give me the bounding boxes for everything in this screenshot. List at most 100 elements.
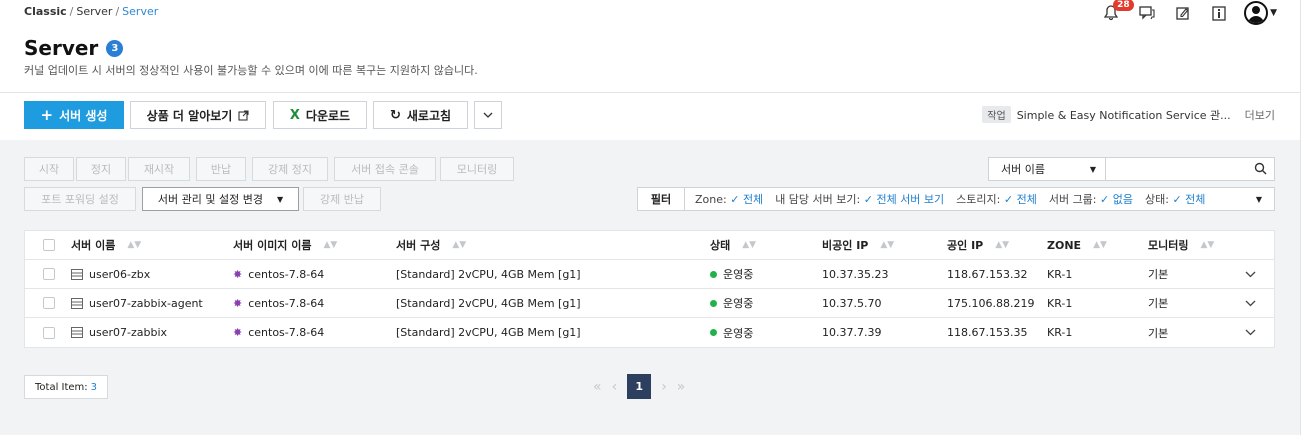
search-field-select[interactable]: 서버 이름 ▼ xyxy=(989,158,1106,180)
centos-icon: ✸ xyxy=(233,296,243,310)
col-header-image[interactable]: 서버 이미지 이름 ▲▼ xyxy=(233,231,337,259)
server-icon xyxy=(71,297,83,309)
breadcrumb: Classic / Server / Server xyxy=(24,5,159,18)
info-icon[interactable] xyxy=(1208,2,1230,24)
select-all-checkbox[interactable] xyxy=(43,239,55,251)
create-server-button[interactable]: + 서버 생성 xyxy=(24,101,124,129)
table-row[interactable]: user07-zabbix-agent ✸ centos-7.8-64 [Stan… xyxy=(25,289,1274,318)
total-items: Total Item: 3 xyxy=(24,375,109,399)
sort-icon: ▲▼ xyxy=(995,240,1010,250)
check-icon: ✓ xyxy=(863,193,873,206)
caret-down-icon[interactable]: ▼ xyxy=(1256,195,1262,204)
check-icon: ✓ xyxy=(1172,193,1182,206)
filter-zone: Zone: ✓ 전체 xyxy=(695,193,764,206)
col-header-name[interactable]: 서버 이름 ▲▼ xyxy=(71,231,141,259)
scrollbar-track[interactable] xyxy=(1300,0,1305,435)
col-header-status[interactable]: 상태 ▲▼ xyxy=(710,231,756,259)
server-count-badge: 3 xyxy=(106,39,124,57)
breadcrumb-mid[interactable]: Server xyxy=(76,5,112,18)
external-link-icon xyxy=(238,109,249,121)
header-icons: 28 ▼ xyxy=(1100,0,1277,26)
server-icon xyxy=(71,268,83,280)
download-button[interactable]: X 다운로드 xyxy=(273,101,367,129)
status-dot xyxy=(710,329,717,336)
search-input[interactable] xyxy=(1107,158,1252,180)
prev-page-icon[interactable]: ‹ xyxy=(612,379,618,395)
sort-icon: ▲▼ xyxy=(323,240,338,250)
row-checkbox[interactable] xyxy=(43,268,55,280)
port-forwarding-button[interactable]: 포트 포워딩 설정 xyxy=(24,187,136,211)
server-console-button[interactable]: 서버 접속 콘솔 xyxy=(334,157,436,181)
return-button[interactable]: 반납 xyxy=(196,157,246,181)
edit-note-icon[interactable] xyxy=(1172,2,1194,24)
chevron-down-icon[interactable]: ▼ xyxy=(1270,8,1277,18)
search-icon[interactable] xyxy=(1254,162,1267,175)
learn-more-button[interactable]: 상품 더 알아보기 xyxy=(130,101,266,129)
filter-bar[interactable]: 필터 Zone: ✓ 전체 내 담당 서버 보기: ✓ 전체 서버 보기 스토리… xyxy=(637,187,1275,211)
related-tag: 작업 xyxy=(982,106,1011,123)
force-stop-button[interactable]: 강제 정지 xyxy=(252,157,328,181)
table-row[interactable]: user07-zabbix ✸ centos-7.8-64 [Standard] … xyxy=(25,318,1274,347)
excel-icon: X xyxy=(289,107,300,123)
page-button[interactable]: 1 xyxy=(627,374,652,399)
filter-storage: 스토리지: ✓ 전체 xyxy=(956,193,1037,206)
related-notice: 작업 Simple & Easy Notification Service 관.… xyxy=(982,106,1275,123)
search-box: 서버 이름 ▼ xyxy=(988,157,1275,181)
server-manage-dropdown[interactable]: 서버 관리 및 설정 변경 ▼ xyxy=(142,187,299,211)
chevron-down-icon[interactable] xyxy=(1245,318,1256,347)
status-dot xyxy=(710,299,717,307)
table-row[interactable]: user06-zbx ✸ centos-7.8-64 [Standard] 2vC… xyxy=(25,260,1274,289)
filter-mine: 내 담당 서버 보기: ✓ 전체 서버 보기 xyxy=(775,193,945,206)
notification-badge: 28 xyxy=(1113,0,1134,11)
check-icon: ✓ xyxy=(1003,193,1014,206)
caret-down-icon: ▼ xyxy=(1089,164,1096,174)
refresh-icon: ↻ xyxy=(389,107,401,123)
more-link[interactable]: 더보기 xyxy=(1245,107,1275,123)
more-options-button[interactable] xyxy=(474,101,502,129)
centos-icon: ✸ xyxy=(233,267,243,281)
restart-button[interactable]: 재시작 xyxy=(128,157,190,181)
user-avatar-icon[interactable] xyxy=(1244,1,1269,25)
breadcrumb-current[interactable]: Server xyxy=(122,5,158,18)
check-icon: ✓ xyxy=(1100,193,1110,206)
status-dot xyxy=(710,270,717,278)
pagination: « ‹ 1 › » xyxy=(593,374,685,399)
row-checkbox[interactable] xyxy=(43,326,55,339)
col-header-spec[interactable]: 서버 구성 ▲▼ xyxy=(396,231,466,259)
check-icon: ✓ xyxy=(730,193,740,206)
plus-icon: + xyxy=(40,106,54,124)
sort-icon: ▲▼ xyxy=(1200,240,1215,250)
sort-icon: ▲▼ xyxy=(742,240,757,250)
caret-down-icon: ▼ xyxy=(276,194,284,204)
chat-icon[interactable] xyxy=(1136,2,1158,24)
server-icon xyxy=(71,327,83,338)
col-header-monitoring[interactable]: 모니터링 ▲▼ xyxy=(1148,231,1214,259)
monitoring-button[interactable]: 모니터링 xyxy=(440,157,514,181)
sort-icon: ▲▼ xyxy=(127,240,142,250)
chevron-down-icon[interactable] xyxy=(1245,289,1256,317)
bell-icon[interactable]: 28 xyxy=(1100,0,1134,24)
start-button[interactable]: 시작 xyxy=(24,157,74,181)
refresh-button[interactable]: ↻ 새로고침 xyxy=(373,101,468,129)
centos-icon: ✸ xyxy=(233,326,243,339)
chevron-down-icon[interactable] xyxy=(1245,260,1256,288)
page-title: Server 3 xyxy=(24,36,124,60)
col-header-public-ip[interactable]: 공인 IP ▲▼ xyxy=(947,231,1009,259)
row-checkbox[interactable] xyxy=(43,297,55,309)
first-page-icon[interactable]: « xyxy=(593,379,602,395)
col-header-private-ip[interactable]: 비공인 IP ▲▼ xyxy=(822,231,894,259)
last-page-icon[interactable]: » xyxy=(677,379,686,395)
next-page-icon[interactable]: › xyxy=(661,379,667,395)
main-toolbar: + 서버 생성 상품 더 알아보기 X 다운로드 ↻ 새로고침 작업 Simpl… xyxy=(0,93,1305,140)
page-subtitle: 커널 업데이트 시 서버의 정상적인 사용이 불가능할 수 있으며 이에 따른 … xyxy=(24,64,478,77)
related-link[interactable]: Simple & Easy Notification Service 관... xyxy=(1017,107,1231,123)
filter-group: 서버 그룹: ✓ 없음 xyxy=(1048,193,1133,206)
filter-status: 상태: ✓ 전체 xyxy=(1144,193,1206,206)
server-table: 서버 이름 ▲▼ 서버 이미지 이름 ▲▼ 서버 구성 ▲▼ 상태 ▲▼ 비공인 IP ▲… xyxy=(24,230,1275,348)
table-header-row: 서버 이름 ▲▼ 서버 이미지 이름 ▲▼ 서버 구성 ▲▼ 상태 ▲▼ 비공인 IP ▲… xyxy=(25,231,1274,260)
force-return-button[interactable]: 강제 반납 xyxy=(303,187,381,211)
stop-button[interactable]: 정지 xyxy=(76,157,126,181)
breadcrumb-root[interactable]: Classic xyxy=(24,5,67,18)
filter-label: 필터 xyxy=(638,188,685,210)
col-header-zone[interactable]: ZONE ▲▼ xyxy=(1047,231,1107,259)
